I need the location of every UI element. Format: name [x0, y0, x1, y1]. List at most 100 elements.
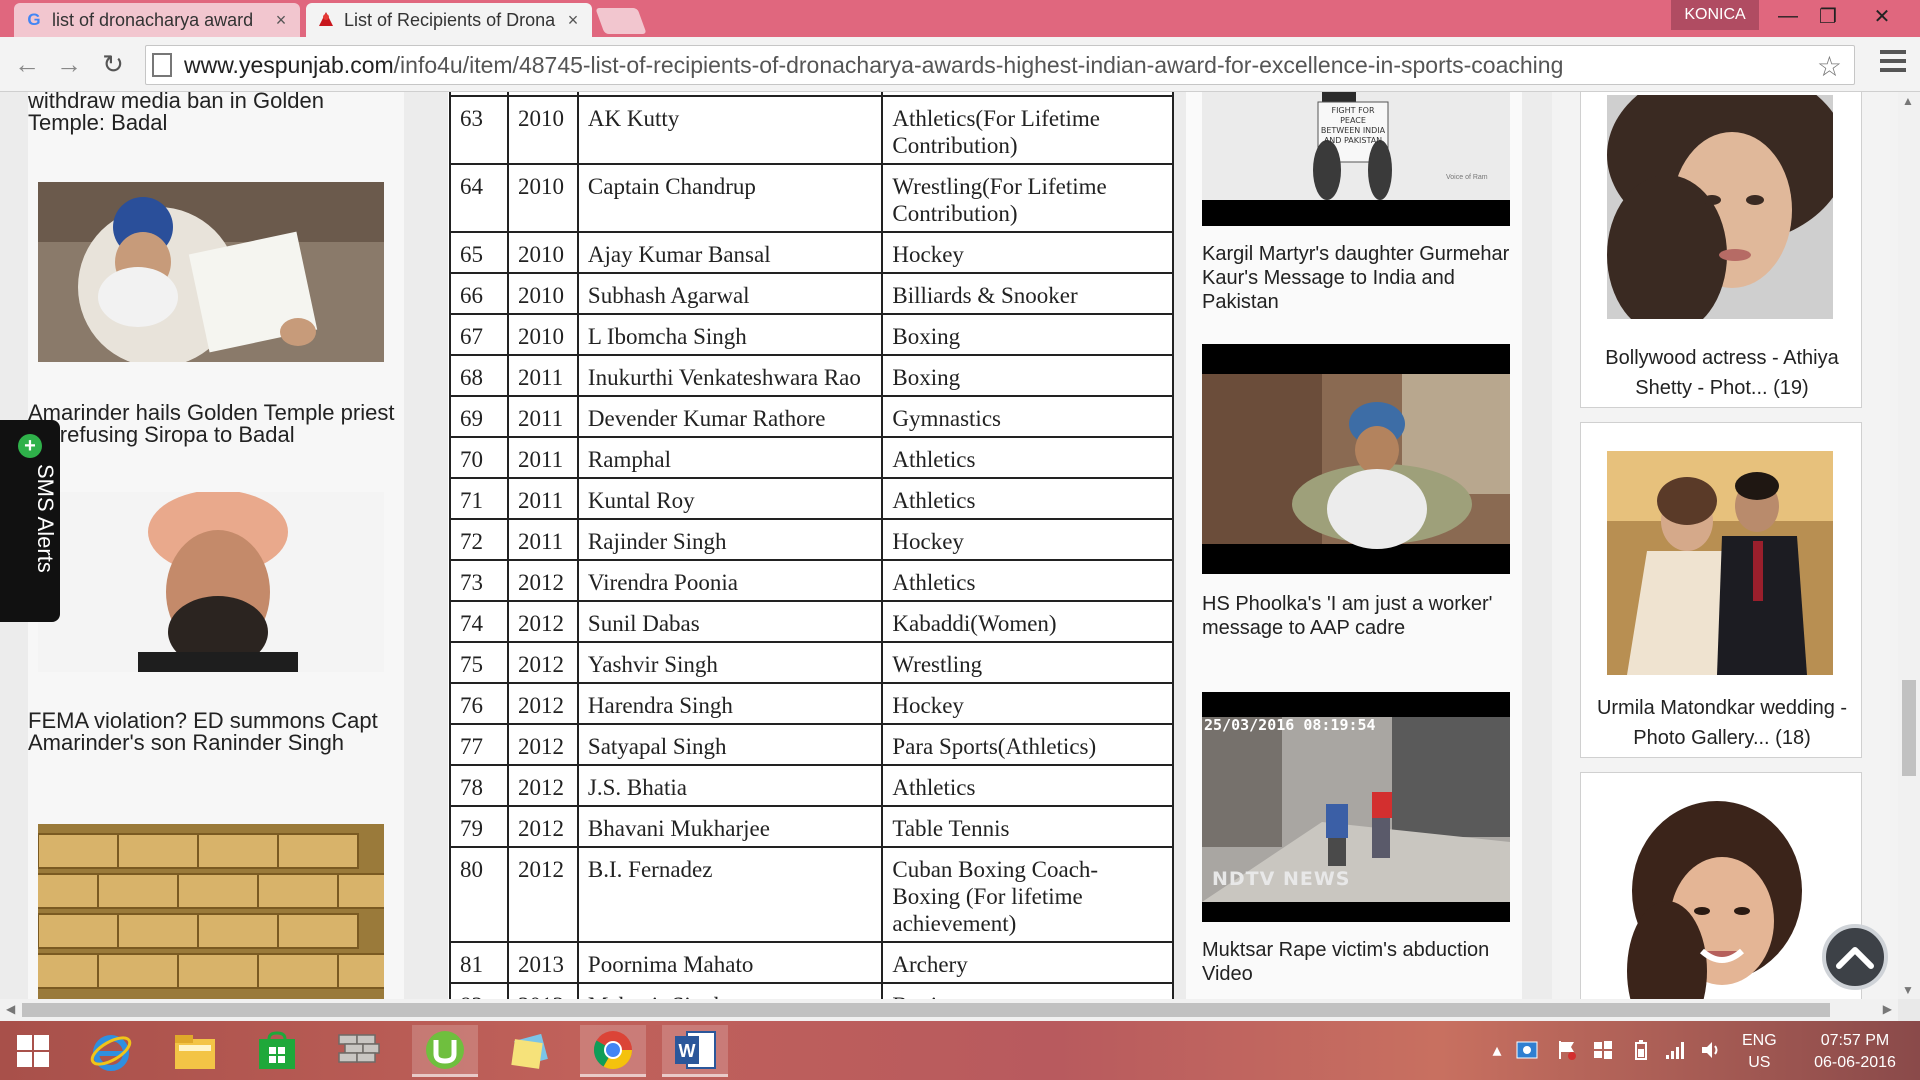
- url-text[interactable]: www.yespunjab.com/info4u/item/48745-list…: [184, 52, 1563, 79]
- window-close-button[interactable]: ✕: [1860, 0, 1904, 32]
- sms-alerts-button[interactable]: + SMS Alerts: [0, 420, 60, 622]
- tab-recipients-list[interactable]: List of Recipients of Drona ×: [306, 3, 592, 37]
- scroll-right-arrow[interactable]: ▶: [1883, 1002, 1892, 1016]
- year-cell: 2012: [506, 682, 579, 725]
- scroll-thumb[interactable]: [1902, 680, 1916, 776]
- close-tab-icon[interactable]: ×: [564, 10, 582, 31]
- video-thumbnail[interactable]: FIGHT FOR PEACE BETWEEN INDIA AND PAKIST…: [1202, 92, 1510, 226]
- news-headline[interactable]: FEMA violation? ED summons Capt Amarinde…: [28, 710, 400, 754]
- sms-alerts-label: SMS Alerts: [33, 464, 58, 573]
- table-row: 72 2011 Rajinder Singh Hockey: [449, 518, 1174, 561]
- chrome-icon[interactable]: [580, 1025, 646, 1077]
- gallery-thumbnail[interactable]: [1607, 801, 1833, 999]
- reload-button[interactable]: ↻: [96, 47, 130, 81]
- year-cell: 2012: [506, 805, 579, 848]
- scroll-up-arrow[interactable]: ▲: [1902, 94, 1914, 108]
- coach-name-cell: AK Kutty: [576, 95, 884, 165]
- table-row: 73 2012 Virendra Poonia Athletics: [449, 559, 1174, 602]
- gallery-card[interactable]: [1580, 772, 1862, 999]
- scroll-left-arrow[interactable]: ◀: [6, 1002, 15, 1016]
- coach-name-cell: Mahavir Singh: [576, 982, 884, 999]
- table-row: 68 2011 Inukurthi Venkateshwara Rao Boxing: [449, 354, 1174, 397]
- restore-button[interactable]: ❐: [1806, 0, 1850, 32]
- news-headline[interactable]: withdraw media ban in Golden Temple: Bad…: [28, 92, 400, 134]
- discipline-cell: Athletics: [881, 436, 1174, 479]
- table-row: 81 2013 Poornima Mahato Archery: [449, 941, 1174, 984]
- new-tab-button[interactable]: [595, 8, 647, 34]
- word-icon[interactable]: W: [662, 1025, 728, 1077]
- news-headline[interactable]: Amarinder hails Golden Temple priest for…: [28, 402, 400, 446]
- start-button[interactable]: [0, 1025, 66, 1077]
- back-to-top-button[interactable]: [1822, 924, 1888, 990]
- scroll-down-arrow[interactable]: ▼: [1902, 983, 1914, 997]
- file-explorer-icon[interactable]: [162, 1025, 228, 1077]
- discipline-cell: Wrestling(For Lifetime Contribution): [881, 163, 1174, 233]
- discipline-cell: Kabaddi(Women): [881, 600, 1174, 643]
- vertical-scrollbar[interactable]: ▲ ▼: [1898, 92, 1920, 999]
- photo-gallery-column: Bollywood actress - Athiya Shetty - Phot…: [1552, 92, 1898, 999]
- gallery-card[interactable]: Urmila Matondkar wedding - Photo Gallery…: [1580, 422, 1862, 758]
- row-number-cell: 72: [449, 518, 509, 561]
- menu-icon[interactable]: [1880, 50, 1906, 76]
- signal-icon[interactable]: [1664, 1039, 1686, 1061]
- discipline-cell: Billiards & Snooker: [881, 272, 1174, 315]
- scroll-thumb[interactable]: [22, 1003, 1830, 1017]
- discipline-cell: Boxing: [881, 313, 1174, 356]
- network-app-icon[interactable]: [1516, 1039, 1538, 1061]
- gallery-card[interactable]: Bollywood actress - Athiya Shetty - Phot…: [1580, 92, 1862, 408]
- gallery-thumbnail[interactable]: [1607, 451, 1833, 675]
- tab-google-search[interactable]: G list of dronacharya award ×: [14, 3, 300, 37]
- news-thumbnail[interactable]: [38, 824, 384, 999]
- minimize-button[interactable]: —: [1766, 0, 1810, 32]
- forward-button[interactable]: →: [52, 47, 86, 81]
- sticky-notes-icon[interactable]: [496, 1025, 562, 1077]
- year-cell: 2011: [506, 477, 579, 520]
- gallery-caption[interactable]: Urmila Matondkar wedding - Photo Gallery…: [1589, 693, 1855, 753]
- row-number-cell: 73: [449, 559, 509, 602]
- horizontal-scrollbar[interactable]: ◀ ▶: [0, 999, 1898, 1021]
- utorrent-icon[interactable]: [412, 1025, 478, 1077]
- firewall-app-icon[interactable]: [326, 1025, 392, 1077]
- coach-name-cell: L Ibomcha Singh: [576, 313, 884, 356]
- coach-name-cell: Sunil Dabas: [576, 600, 884, 643]
- discipline-cell: Hockey: [881, 518, 1174, 561]
- row-number-cell: 77: [449, 723, 509, 766]
- coach-name-cell: J.S. Bhatia: [576, 764, 884, 807]
- video-caption[interactable]: Muktsar Rape victim's abduction Video: [1202, 938, 1510, 986]
- profile-button[interactable]: KONICA: [1671, 0, 1759, 30]
- close-tab-icon[interactable]: ×: [272, 10, 290, 31]
- discipline-cell: Athletics(For Lifetime Contribution): [881, 95, 1174, 165]
- row-number-cell: 69: [449, 395, 509, 438]
- coach-name-cell: Subhash Agarwal: [576, 272, 884, 315]
- bookmark-star-icon[interactable]: ☆: [1817, 50, 1842, 83]
- action-center-flag-icon[interactable]: [1556, 1039, 1578, 1061]
- clock-date: 06-06-2016: [1814, 1054, 1896, 1071]
- news-thumbnail[interactable]: [38, 182, 384, 362]
- discipline-cell: Table Tennis: [881, 805, 1174, 848]
- chevron-up-icon[interactable]: ▴: [1486, 1039, 1508, 1061]
- video-caption[interactable]: HS Phoolka's 'I am just a worker' messag…: [1202, 592, 1510, 640]
- coach-name-cell: Rajinder Singh: [576, 518, 884, 561]
- row-number-cell: 68: [449, 354, 509, 397]
- back-button[interactable]: ←: [10, 47, 44, 81]
- coach-name-cell: Harendra Singh: [576, 682, 884, 725]
- gallery-thumbnail[interactable]: [1607, 95, 1833, 319]
- video-caption[interactable]: Kargil Martyr's daughter Gurmehar Kaur's…: [1202, 242, 1510, 314]
- coach-name-cell: Yashvir Singh: [576, 641, 884, 684]
- gallery-caption[interactable]: Bollywood actress - Athiya Shetty - Phot…: [1589, 343, 1855, 403]
- news-thumbnail[interactable]: [38, 492, 384, 672]
- system-clock[interactable]: 07:57 PM 06-06-2016: [1800, 1030, 1910, 1074]
- volume-icon[interactable]: [1700, 1039, 1722, 1061]
- year-cell: 2011: [506, 518, 579, 561]
- video-thumbnail[interactable]: [1202, 344, 1510, 574]
- year-cell: 2011: [506, 436, 579, 479]
- address-bar[interactable]: www.yespunjab.com/info4u/item/48745-list…: [145, 45, 1855, 85]
- store-icon[interactable]: [244, 1025, 310, 1077]
- windows-update-icon[interactable]: [1592, 1039, 1614, 1061]
- placard-text: FIGHT FOR PEACE BETWEEN INDIA AND PAKIST…: [1320, 106, 1386, 145]
- video-thumbnail[interactable]: 25/03/2016 08:19:54 NDTV NEWS: [1202, 692, 1510, 922]
- input-language[interactable]: ENG US: [1742, 1030, 1777, 1074]
- battery-icon[interactable]: [1630, 1039, 1652, 1061]
- row-number-cell: 65: [449, 231, 509, 274]
- internet-explorer-icon[interactable]: [78, 1025, 144, 1077]
